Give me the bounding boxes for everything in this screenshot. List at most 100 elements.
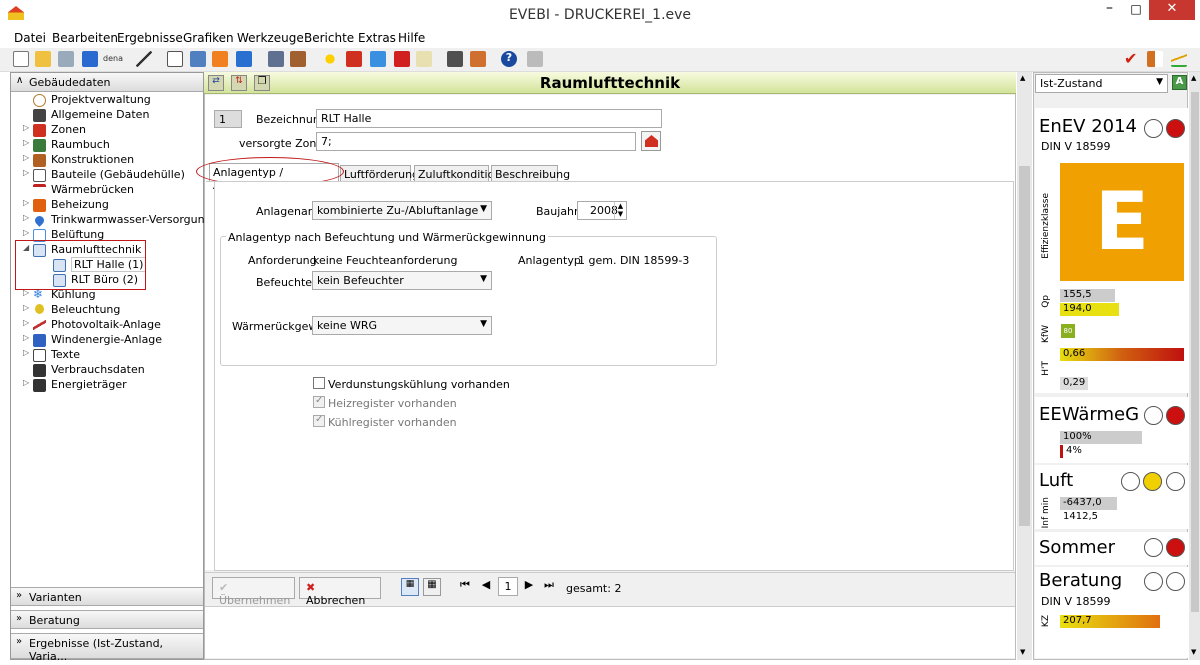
cancel-button[interactable]: ✖ Abbrechen: [299, 577, 381, 607]
bezeichnung-input[interactable]: RLT Halle: [316, 109, 662, 128]
chart-icon[interactable]: [1171, 51, 1187, 67]
menu-extras[interactable]: Extras: [358, 31, 396, 45]
dena-icon[interactable]: dena: [103, 51, 125, 67]
power-icon[interactable]: [394, 51, 410, 67]
new-file-icon[interactable]: [13, 51, 29, 67]
sun-icon[interactable]: [322, 51, 338, 67]
scroll-thumb[interactable]: [1191, 92, 1199, 612]
forward-icon[interactable]: [236, 51, 252, 67]
menu-ergebnisse[interactable]: Ergebnisse: [117, 31, 183, 45]
open-folder-icon[interactable]: [35, 51, 51, 67]
expand-arrow-icon[interactable]: ▷: [23, 303, 29, 312]
a-badge-icon[interactable]: A: [1172, 75, 1187, 90]
verdunstung-checkbox[interactable]: [313, 377, 325, 389]
expand-arrow-icon[interactable]: ▷: [23, 213, 29, 222]
status-light-off: [1121, 472, 1140, 491]
list-icon[interactable]: [290, 51, 306, 67]
apply-button[interactable]: ✔ Übernehmen: [212, 577, 295, 607]
arrow-in-icon[interactable]: [1147, 51, 1163, 67]
menu-grafiken[interactable]: Grafiken: [183, 31, 234, 45]
expand-arrow-icon[interactable]: ▷: [23, 123, 29, 132]
expand-arrow-icon[interactable]: ▷: [23, 333, 29, 342]
zonen-input[interactable]: 7;: [316, 132, 636, 151]
tab-zuluftkondition[interactable]: Zuluftkondition: [414, 165, 501, 182]
chevron-down-icon: »: [16, 590, 23, 601]
scroll-up-icon[interactable]: ▲: [1020, 74, 1025, 82]
beratung-din-label: DIN V 18599: [1041, 595, 1111, 608]
help-icon[interactable]: ?: [501, 51, 517, 67]
expand-arrow-icon[interactable]: ▷: [23, 153, 29, 162]
chevron-down-icon: »: [16, 636, 23, 647]
section-beratung[interactable]: » Beratung: [11, 610, 203, 629]
section-ergebnisse[interactable]: » Ergebnisse (Ist-Zustand, Varia...: [11, 633, 203, 663]
book-icon: [33, 139, 46, 152]
section-gebaeudedaten[interactable]: ∧ Gebäudedaten: [11, 73, 203, 92]
window-icon[interactable]: [346, 51, 362, 67]
scrollbar[interactable]: ▲ ▼: [1017, 72, 1032, 660]
table-view-icon[interactable]: ▦: [423, 578, 441, 596]
expand-arrow-icon[interactable]: ▷: [23, 378, 29, 387]
close-button[interactable]: ✕: [1149, 0, 1195, 20]
heizregister-checkbox[interactable]: [313, 395, 325, 408]
note-icon[interactable]: [416, 51, 432, 67]
status-light-off: [1166, 472, 1185, 491]
state-select[interactable]: Ist-Zustand ▼: [1035, 74, 1168, 93]
scroll-down-icon[interactable]: ▼: [1020, 648, 1025, 656]
menu-werkzeuge[interactable]: Werkzeuge: [237, 31, 304, 45]
expand-arrow-icon[interactable]: ▷: [23, 138, 29, 147]
tree-icon[interactable]: [268, 51, 284, 67]
copy-file-icon[interactable]: [58, 51, 74, 67]
tab-beschreibung[interactable]: Beschreibung: [491, 165, 570, 182]
menu-berichte[interactable]: Berichte: [304, 31, 354, 45]
expand-arrow-icon[interactable]: ▷: [23, 318, 29, 327]
status-light-off: [1144, 119, 1163, 138]
expand-arrow-icon[interactable]: ▷: [23, 348, 29, 357]
menu-datei[interactable]: Datei: [14, 31, 46, 45]
status-light-red: [1166, 119, 1185, 138]
scroll-thumb[interactable]: [1019, 166, 1030, 526]
scroll-down-icon[interactable]: ▼: [1191, 648, 1196, 656]
prev-record-icon[interactable]: ◀: [477, 578, 495, 596]
house-icon: [645, 135, 658, 147]
maximize-button[interactable]: □: [1123, 0, 1149, 20]
form-view-icon[interactable]: ▦: [401, 578, 419, 596]
tab-line: [206, 181, 214, 182]
first-record-icon[interactable]: ⏮: [456, 578, 474, 596]
expand-arrow-icon[interactable]: ▷: [23, 198, 29, 207]
document-icon[interactable]: [167, 51, 183, 67]
import-icon[interactable]: [212, 51, 228, 67]
beratung-section: Beratung DIN V 18599 KZ 207,7: [1035, 567, 1188, 658]
anlagenart-select[interactable]: kombinierte Zu-/Abluftanlage ▼: [312, 201, 492, 220]
expand-arrow-icon[interactable]: ▷: [23, 168, 29, 177]
spinner-icon[interactable]: ▲ ▼: [614, 202, 626, 219]
tab-luftfoerderung[interactable]: Luftförderung: [340, 165, 419, 182]
record-index-input[interactable]: 1: [498, 577, 518, 596]
menu-bearbeiten[interactable]: Bearbeiten: [52, 31, 118, 45]
next-record-icon[interactable]: ▶: [520, 578, 538, 596]
check-icon: ✔: [219, 581, 229, 594]
wand-icon[interactable]: [136, 51, 152, 67]
befeuchter-select[interactable]: kein Befeuchter ▼: [312, 271, 492, 290]
chevron-down-icon: ▼: [1156, 77, 1163, 87]
kuehlregister-checkbox[interactable]: [313, 414, 325, 427]
export-icon[interactable]: [82, 51, 98, 67]
zone-picker-icon[interactable]: [641, 131, 661, 151]
minimize-button[interactable]: –: [1096, 0, 1123, 20]
snowflake-icon[interactable]: [370, 51, 386, 67]
section-varianten[interactable]: » Varianten: [11, 587, 203, 606]
expand-arrow-icon[interactable]: ▷: [23, 228, 29, 237]
structure-icon[interactable]: [190, 51, 206, 67]
scroll-up-icon[interactable]: ▲: [1191, 74, 1196, 82]
last-record-icon[interactable]: ⏭: [540, 578, 558, 596]
wrg-select[interactable]: keine WRG ▼: [312, 316, 492, 335]
checkmark-icon[interactable]: ✔: [1124, 49, 1140, 68]
calculator-icon[interactable]: [447, 51, 463, 67]
anlagenart-label: Anlagenart: [256, 205, 317, 218]
info-icon[interactable]: [527, 51, 543, 67]
qp-value-2: 194,0: [1060, 303, 1119, 316]
luft-value-2: 1412,5: [1063, 511, 1098, 522]
menu-hilfe[interactable]: Hilfe: [398, 31, 425, 45]
report-icon[interactable]: [470, 51, 486, 67]
right-scrollbar[interactable]: ▲ ▼: [1189, 72, 1200, 660]
section-label: Varianten: [29, 591, 82, 604]
